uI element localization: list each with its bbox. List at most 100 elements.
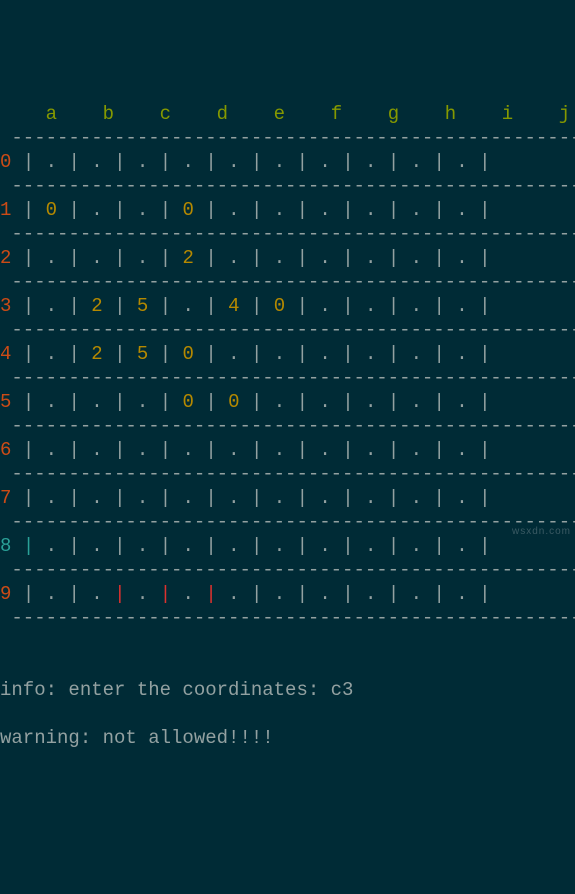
cell-h7[interactable]: . [365,487,376,509]
cell-h8[interactable]: . [365,535,376,557]
cell-h2[interactable]: . [365,247,376,269]
cell-e6[interactable]: . [228,439,239,461]
cell-a0[interactable]: . [46,151,57,173]
cell-d1[interactable]: 0 [183,199,194,221]
cell-f5[interactable]: . [274,391,285,413]
cell-i6[interactable]: . [411,439,422,461]
cell-i3[interactable]: . [411,295,422,317]
cell-g7[interactable]: . [319,487,330,509]
cell-a9[interactable]: . [46,583,57,605]
cell-j1[interactable]: . [456,199,467,221]
cell-g9[interactable]: . [319,583,330,605]
cell-a5[interactable]: . [46,391,57,413]
cell-e4[interactable]: . [228,343,239,365]
cell-a2[interactable]: . [46,247,57,269]
cell-c7[interactable]: . [137,487,148,509]
cell-d7[interactable]: . [183,487,194,509]
cell-a4[interactable]: . [46,343,57,365]
cell-f8[interactable]: . [274,535,285,557]
cell-d6[interactable]: . [183,439,194,461]
cell-f2[interactable]: . [274,247,285,269]
cell-c2[interactable]: . [137,247,148,269]
cell-a3[interactable]: . [46,295,57,317]
cell-g8[interactable]: . [319,535,330,557]
cell-g5[interactable]: . [319,391,330,413]
cell-i4[interactable]: . [411,343,422,365]
cell-h4[interactable]: . [365,343,376,365]
cell-h0[interactable]: . [365,151,376,173]
cell-f4[interactable]: . [274,343,285,365]
cell-d4[interactable]: 0 [183,343,194,365]
cell-j4[interactable]: . [456,343,467,365]
cell-h3[interactable]: . [365,295,376,317]
cell-g0[interactable]: . [319,151,330,173]
cell-b9[interactable]: . [91,583,102,605]
cell-i0[interactable]: . [411,151,422,173]
cell-h6[interactable]: . [365,439,376,461]
cell-c3[interactable]: 5 [137,295,148,317]
cell-c6[interactable]: . [137,439,148,461]
cell-b5[interactable]: . [91,391,102,413]
cell-c4[interactable]: 5 [137,343,148,365]
cell-d3[interactable]: . [183,295,194,317]
cell-d2[interactable]: 2 [183,247,194,269]
cell-b7[interactable]: . [91,487,102,509]
cell-i7[interactable]: . [411,487,422,509]
cell-e2[interactable]: . [228,247,239,269]
cell-g3[interactable]: . [319,295,330,317]
cell-a7[interactable]: . [46,487,57,509]
cell-e0[interactable]: . [228,151,239,173]
cell-i8[interactable]: . [411,535,422,557]
cell-j2[interactable]: . [456,247,467,269]
cell-c0[interactable]: . [137,151,148,173]
cell-e9[interactable]: . [228,583,239,605]
cell-a6[interactable]: . [46,439,57,461]
cell-b4[interactable]: 2 [91,343,102,365]
cell-b3[interactable]: 2 [91,295,102,317]
cell-d0[interactable]: . [183,151,194,173]
cell-b2[interactable]: . [91,247,102,269]
cell-f6[interactable]: . [274,439,285,461]
cell-g6[interactable]: . [319,439,330,461]
cell-j6[interactable]: . [456,439,467,461]
cell-c5[interactable]: . [137,391,148,413]
cell-c8[interactable]: . [137,535,148,557]
cell-g1[interactable]: . [319,199,330,221]
cell-f3[interactable]: 0 [274,295,285,317]
cell-d5[interactable]: 0 [183,391,194,413]
cell-j3[interactable]: . [456,295,467,317]
cell-b6[interactable]: . [91,439,102,461]
cell-h5[interactable]: . [365,391,376,413]
cell-a1[interactable]: 0 [46,199,57,221]
cell-g2[interactable]: . [319,247,330,269]
cell-j5[interactable]: . [456,391,467,413]
cell-f9[interactable]: . [274,583,285,605]
cell-h9[interactable]: . [365,583,376,605]
cell-e1[interactable]: . [228,199,239,221]
cell-g4[interactable]: . [319,343,330,365]
cell-b1[interactable]: . [91,199,102,221]
cell-j0[interactable]: . [456,151,467,173]
cell-j9[interactable]: . [456,583,467,605]
cell-e5[interactable]: 0 [228,391,239,413]
cell-e8[interactable]: . [228,535,239,557]
cell-i5[interactable]: . [411,391,422,413]
cell-b8[interactable]: . [91,535,102,557]
cell-i2[interactable]: . [411,247,422,269]
cell-d9[interactable]: . [183,583,194,605]
cell-j8[interactable]: . [456,535,467,557]
cell-e3[interactable]: 4 [228,295,239,317]
cell-i9[interactable]: . [411,583,422,605]
cell-h1[interactable]: . [365,199,376,221]
cell-f7[interactable]: . [274,487,285,509]
cell-f1[interactable]: . [274,199,285,221]
cell-a8[interactable]: . [46,535,57,557]
cell-c9[interactable]: . [137,583,148,605]
cell-d8[interactable]: . [183,535,194,557]
cell-j7[interactable]: . [456,487,467,509]
cell-b0[interactable]: . [91,151,102,173]
cell-e7[interactable]: . [228,487,239,509]
cell-c1[interactable]: . [137,199,148,221]
cell-i1[interactable]: . [411,199,422,221]
cell-f0[interactable]: . [274,151,285,173]
